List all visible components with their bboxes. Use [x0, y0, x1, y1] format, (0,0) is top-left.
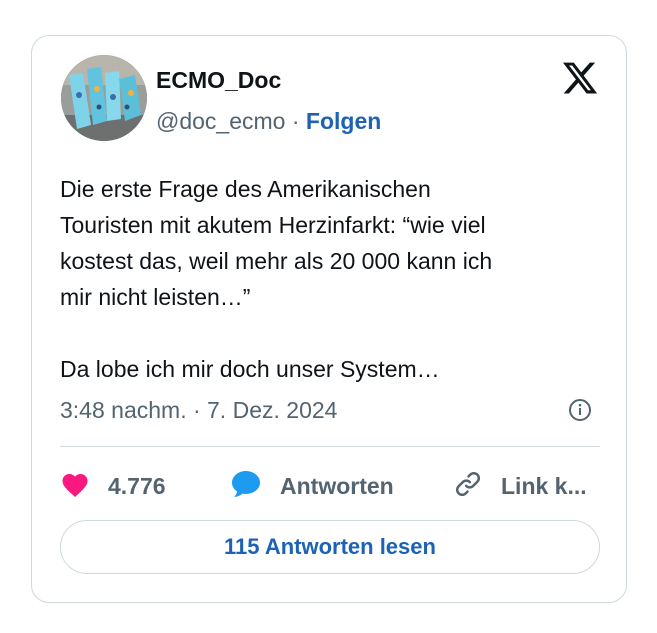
author-display-name[interactable]: ECMO_Doc	[156, 66, 281, 94]
like-button[interactable]: 4.776	[60, 468, 166, 504]
x-logo-icon[interactable]	[560, 59, 600, 97]
link-icon	[453, 469, 483, 504]
reply-label: Antworten	[280, 472, 394, 499]
copy-link-label: Link k...	[501, 472, 587, 499]
heart-icon	[60, 470, 90, 503]
avatar-photo	[61, 55, 147, 141]
tweet-text: Die erste Frage des Amerikanischen Touri…	[60, 176, 493, 382]
tweet-card: ECMO_Doc @doc_ecmo · Folgen Die erste Fr…	[31, 35, 627, 603]
follow-button[interactable]: Folgen	[306, 108, 381, 134]
divider	[60, 446, 600, 447]
handle-separator: ·	[291, 108, 300, 134]
author-handle[interactable]: @doc_ecmo	[156, 108, 285, 134]
avatar[interactable]	[61, 55, 147, 141]
copy-link-button[interactable]: Link k...	[453, 468, 587, 504]
reply-button[interactable]: Antworten	[230, 468, 394, 504]
speech-bubble-icon	[230, 469, 262, 504]
read-replies-button[interactable]: 115 Antworten lesen	[60, 520, 600, 574]
author-handle-line: @doc_ecmo · Folgen	[156, 107, 381, 135]
info-icon[interactable]	[568, 398, 592, 422]
tweet-timestamp[interactable]: 3:48 nachm. · 7. Dez. 2024	[60, 396, 337, 424]
like-count: 4.776	[108, 472, 166, 499]
